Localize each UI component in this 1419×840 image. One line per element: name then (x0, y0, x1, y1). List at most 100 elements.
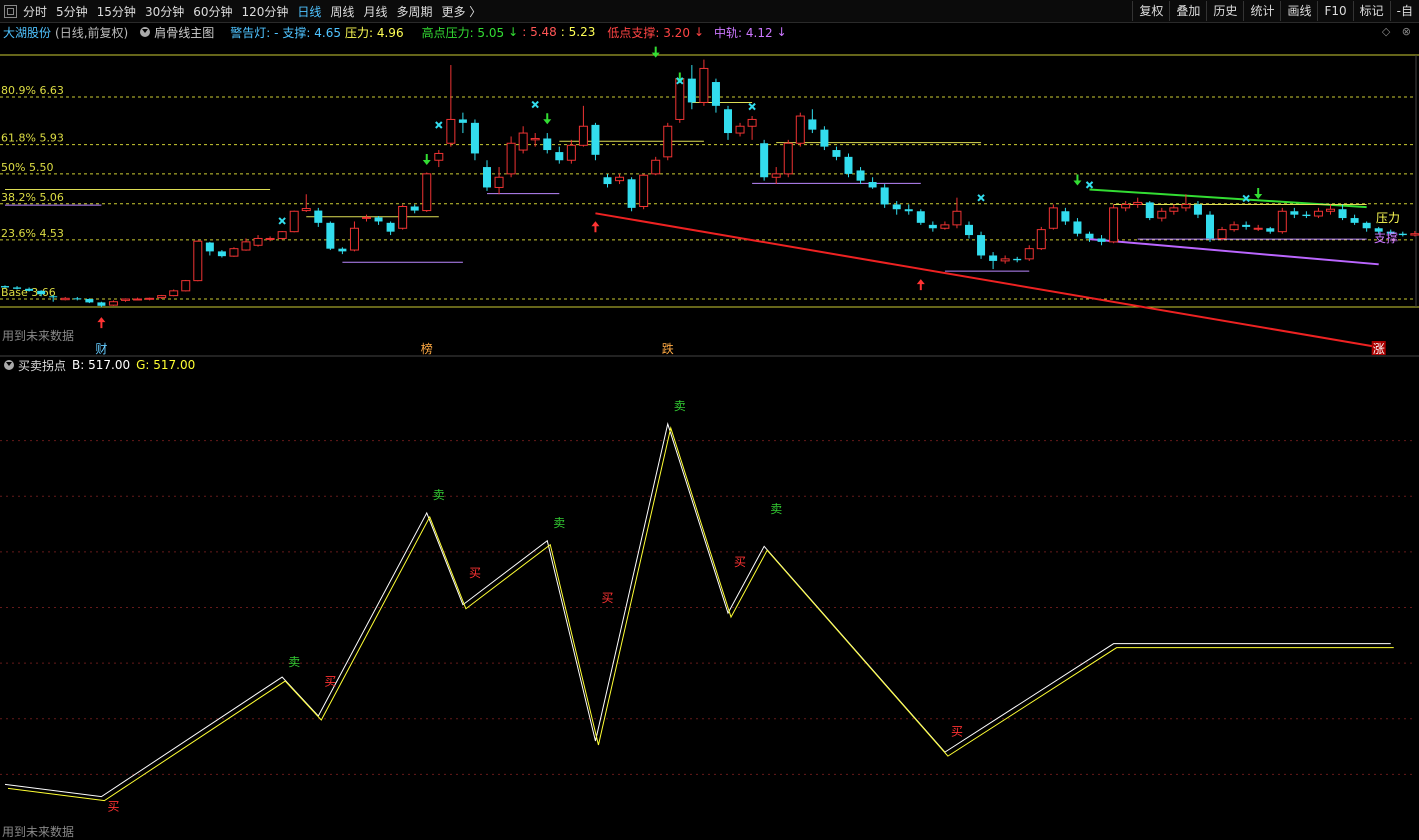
candle-body-down (892, 204, 901, 210)
candle-body-up (530, 137, 540, 141)
candle-body-up (771, 173, 781, 178)
candle-body-up (651, 159, 661, 175)
event-marker: 财 (95, 342, 107, 356)
cross-icon (531, 100, 539, 109)
candle-body-up (735, 125, 745, 134)
cross-icon (977, 194, 985, 202)
candle-body-up (349, 227, 359, 251)
candle-body-down (1350, 218, 1359, 223)
candle-body-up (434, 152, 444, 161)
candle-body-down (1097, 238, 1106, 242)
candle-body-down (724, 109, 732, 134)
candle-body-down (856, 170, 865, 181)
event-marker: 涨 (1373, 341, 1385, 356)
candle-body-down (1362, 222, 1371, 229)
candle-body-up (1217, 229, 1227, 239)
candle-body-down (73, 298, 82, 300)
candle-body-up (615, 176, 625, 182)
fib-label: 23.6% 4.53 (1, 227, 64, 240)
fib-label: Base 3.66 (1, 286, 56, 299)
candle-body-up (1253, 227, 1263, 230)
candle-body-down (904, 209, 913, 212)
trend-lines (5, 101, 1379, 349)
candle-body-down (326, 222, 335, 249)
candle-body-down (928, 224, 937, 229)
candle-body-down (374, 217, 383, 222)
candle-body-up (783, 142, 793, 175)
candle-body-down (1013, 258, 1022, 261)
buy-arrow-icon (97, 317, 106, 329)
candle-body-down (386, 222, 395, 232)
candle-body-down (1145, 202, 1154, 219)
candle-body-down (49, 296, 58, 298)
cross-icon (278, 217, 286, 225)
fib-label: 38.2% 5.06 (1, 191, 64, 204)
candle-body-down (1242, 224, 1251, 227)
candle-body-up (675, 78, 685, 120)
candle-body-up (229, 248, 239, 257)
pressure-label: 压力 (1376, 211, 1400, 225)
candle-body-down (314, 210, 323, 223)
candle-body-up (952, 210, 962, 226)
fib-label: 50% 5.50 (1, 161, 53, 174)
buy-signal: 买 (601, 591, 613, 605)
candle-body-up (639, 174, 649, 208)
candle-body-up (747, 118, 757, 127)
candle-body-up (1410, 233, 1419, 236)
candle-body-up (1048, 207, 1058, 229)
candle-body-up (1313, 210, 1323, 217)
candle-body-down (820, 129, 829, 147)
chart-canvas[interactable]: 80.9% 6.63 61.8% 5.93 50% 5.50 38.2% 5.06 23… (0, 0, 1419, 840)
candle-body-down (832, 150, 841, 157)
candle-body-up (362, 216, 371, 219)
indicator-future-note: 用到未来数据 (2, 824, 74, 839)
candle-body-up (1000, 258, 1010, 262)
candle-body-down (410, 206, 419, 211)
indicator-yellow-line (7, 426, 1394, 802)
candle-body-down (760, 143, 769, 178)
sell-arrow-icon (651, 46, 660, 58)
candle-body-down (37, 290, 46, 295)
candle-body-down (1398, 233, 1407, 236)
candle-body-up (157, 295, 167, 299)
candle-body-down (1061, 211, 1070, 222)
candle-body-up (277, 231, 287, 239)
indicator-white-line (4, 422, 1391, 798)
candle-body-down (85, 299, 94, 303)
candle-body-down (555, 152, 564, 161)
candle-body-up (241, 241, 251, 251)
sell-signal: 卖 (433, 488, 445, 502)
buy-arrow-icon (591, 221, 600, 233)
candle-body-up (265, 237, 275, 240)
candle-body-up (699, 67, 709, 103)
event-marker: 跌 (662, 341, 674, 356)
candle-body-up (1157, 210, 1167, 219)
sell-arrow-icon (543, 113, 552, 125)
indicator-grid (0, 440, 1416, 775)
candle-body-down (1, 286, 9, 288)
candle-body-up (566, 144, 576, 161)
candle-body-down (965, 224, 973, 236)
candle-body-up (422, 173, 432, 212)
candle-body-down (1266, 228, 1275, 232)
candle-body-up (1181, 203, 1191, 209)
indicator-signals: 买卖买卖买卖买卖买卖买 (107, 399, 963, 814)
candle-body-up (940, 224, 950, 229)
candle-body-up (1121, 203, 1131, 209)
candle-body-up (1229, 224, 1239, 231)
event-markers: 财榜跌涨 (95, 341, 1386, 356)
candle-body-up (1133, 201, 1143, 205)
candle-body-down (1290, 211, 1299, 215)
buy-signal: 买 (951, 724, 963, 738)
candle-body-up (506, 142, 516, 175)
candle-body-down (1206, 214, 1214, 239)
sell-signal: 卖 (288, 655, 300, 669)
sell-signal: 卖 (674, 399, 686, 413)
cross-icon (1085, 181, 1094, 189)
candle-body-up (193, 240, 203, 282)
candle-body-up (145, 297, 155, 300)
candle-body-up (398, 206, 408, 229)
candle-body-down (808, 119, 817, 130)
sell-signal: 卖 (553, 516, 565, 530)
sell-arrow-icon (1254, 188, 1263, 200)
